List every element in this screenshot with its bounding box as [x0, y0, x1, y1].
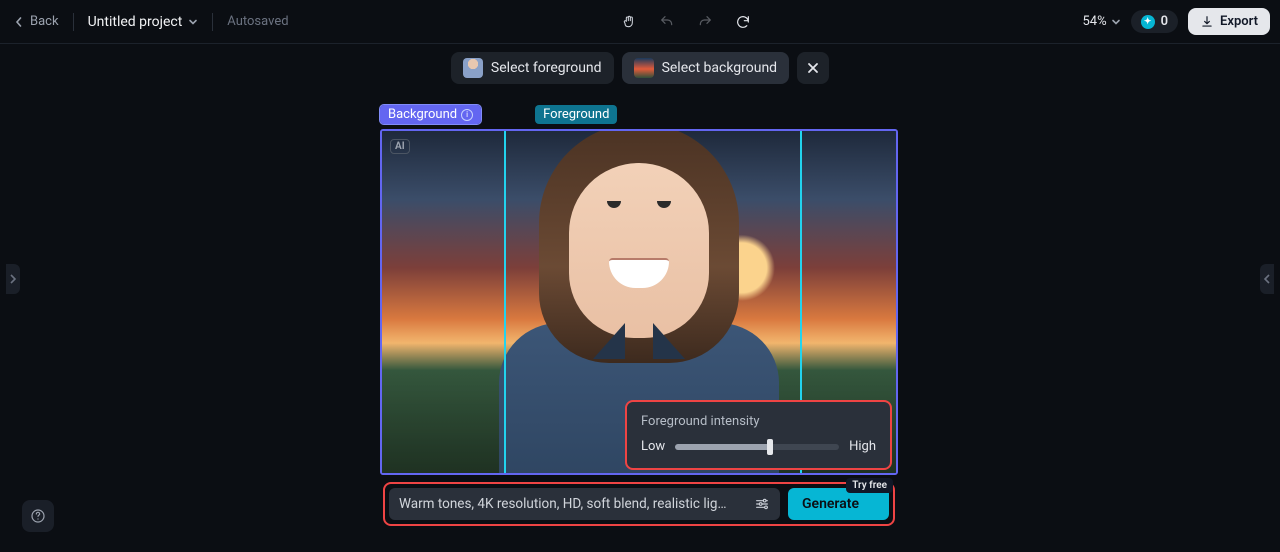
background-layer-tag[interactable]: Background i [380, 105, 481, 124]
pan-hand-button[interactable] [615, 8, 643, 36]
redo-button[interactable] [691, 8, 719, 36]
autosave-status: Autosaved [227, 14, 288, 29]
select-foreground-label: Select foreground [491, 60, 602, 76]
export-label: Export [1220, 14, 1258, 29]
right-panel-toggle[interactable] [1260, 264, 1274, 294]
generate-button[interactable]: Generate Try free [788, 488, 889, 520]
zoom-value: 54% [1082, 14, 1106, 29]
refresh-button[interactable] [729, 8, 757, 36]
ai-chip: AI [390, 139, 410, 154]
redo-icon [697, 14, 713, 30]
project-title-dropdown[interactable]: Untitled project [88, 14, 199, 30]
intensity-title: Foreground intensity [641, 414, 876, 429]
generate-label: Generate [802, 496, 859, 512]
close-icon [806, 61, 820, 75]
hand-icon [621, 14, 637, 30]
foreground-intensity-panel: Foreground intensity Low High [625, 400, 892, 470]
back-label: Back [30, 14, 59, 29]
selection-pills: Select foreground Select background [0, 52, 1280, 84]
close-selection-button[interactable] [797, 52, 829, 84]
background-tag-label: Background [388, 107, 457, 122]
chevron-left-icon [1263, 274, 1271, 284]
chevron-right-icon [9, 274, 17, 284]
divider [212, 13, 213, 31]
info-icon: i [461, 109, 473, 121]
undo-icon [659, 14, 675, 30]
undo-button[interactable] [653, 8, 681, 36]
background-thumb-icon [634, 58, 654, 78]
left-panel-toggle[interactable] [6, 264, 20, 294]
select-foreground-pill[interactable]: Select foreground [451, 52, 614, 84]
prompt-settings-button[interactable] [754, 496, 770, 512]
intensity-high-label: High [849, 439, 876, 454]
sliders-icon [754, 496, 770, 512]
select-background-label: Select background [662, 60, 778, 76]
project-title: Untitled project [88, 14, 183, 30]
credit-icon: ✦ [1141, 15, 1155, 29]
credits-pill[interactable]: ✦ 0 [1131, 10, 1178, 33]
refresh-icon [735, 14, 751, 30]
chevron-down-icon [1111, 17, 1121, 27]
chevron-left-icon [14, 17, 24, 27]
select-background-pill[interactable]: Select background [622, 52, 790, 84]
foreground-thumb-icon [463, 58, 483, 78]
chevron-down-icon [188, 17, 198, 27]
help-button[interactable] [22, 500, 54, 532]
help-icon [30, 508, 46, 524]
top-bar: Back Untitled project Autosaved 54% ✦ [0, 0, 1280, 44]
foreground-layer-tag[interactable]: Foreground [535, 105, 617, 124]
download-icon [1200, 15, 1214, 29]
export-button[interactable]: Export [1188, 8, 1270, 35]
credits-value: 0 [1161, 14, 1168, 29]
try-free-badge: Try free [846, 478, 893, 493]
layer-tags: Background i Foreground [380, 105, 898, 124]
foreground-tag-label: Foreground [543, 107, 609, 122]
zoom-dropdown[interactable]: 54% [1082, 14, 1120, 29]
intensity-slider[interactable] [675, 444, 839, 450]
prompt-input[interactable]: Warm tones, 4K resolution, HD, soft blen… [389, 488, 780, 520]
prompt-bar: Warm tones, 4K resolution, HD, soft blen… [383, 482, 895, 526]
divider [73, 13, 74, 31]
intensity-low-label: Low [641, 439, 665, 454]
prompt-text: Warm tones, 4K resolution, HD, soft blen… [399, 496, 727, 512]
back-button[interactable]: Back [14, 14, 59, 29]
